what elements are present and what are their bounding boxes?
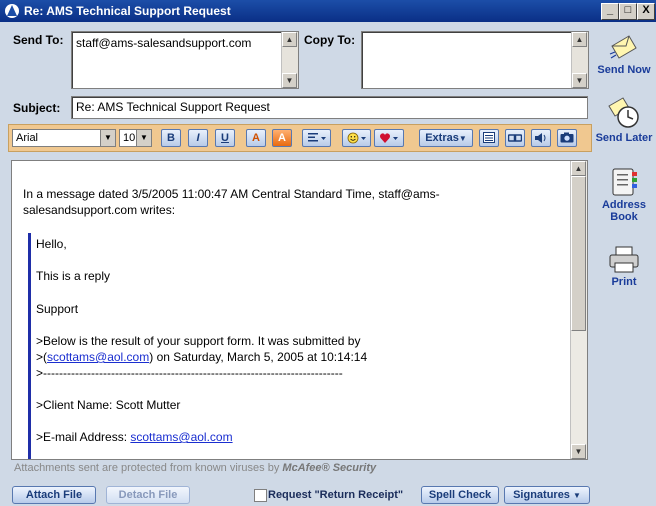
envelope-icon bbox=[609, 35, 637, 59]
message-body[interactable]: In a message dated 3/5/2005 11:00:47 AM … bbox=[11, 160, 588, 460]
attach-file-button[interactable]: Attach File bbox=[12, 486, 96, 504]
background-color-button[interactable]: A bbox=[272, 129, 292, 147]
send-to-field[interactable]: staff@ams-salesandsupport.com ▲ ▼ bbox=[71, 31, 299, 89]
insert-picture-button[interactable] bbox=[557, 129, 577, 147]
close-button[interactable]: X bbox=[637, 3, 655, 20]
maximize-button[interactable]: □ bbox=[619, 3, 637, 20]
signatures-button[interactable]: Signatures ▼ bbox=[504, 486, 590, 504]
scroll-down-icon[interactable]: ▼ bbox=[572, 73, 587, 88]
email-link[interactable]: scottams@aol.com bbox=[130, 430, 232, 444]
scroll-up-icon[interactable]: ▲ bbox=[282, 32, 297, 47]
smiley-icon bbox=[347, 132, 366, 144]
signatures-label: Signatures bbox=[513, 489, 570, 501]
subject-field[interactable]: Re: AMS Technical Support Request bbox=[71, 96, 588, 119]
print-label: Print bbox=[611, 276, 637, 288]
alignment-button[interactable] bbox=[302, 129, 331, 147]
antivirus-text: Attachments sent are protected from know… bbox=[14, 462, 283, 474]
quote-bar bbox=[28, 233, 31, 459]
window-title: Re: AMS Technical Support Request bbox=[24, 4, 231, 18]
send-to-scrollbar[interactable]: ▲ ▼ bbox=[281, 32, 298, 88]
compose-window: Re: AMS Technical Support Request _ □ X … bbox=[0, 0, 656, 506]
send-later-label: Send Later bbox=[595, 132, 653, 144]
formatting-toolbar: Arial ▼ 10 ▼ B I U A A Extras▼ bbox=[8, 124, 592, 152]
email-prefix: >E-mail Address: bbox=[36, 430, 131, 444]
scroll-down-icon[interactable]: ▼ bbox=[282, 73, 297, 88]
quote-form-line-1: >Below is the result of your support for… bbox=[36, 334, 361, 348]
quote-email-address: >E-mail Address: scottams@aol.com bbox=[36, 430, 233, 444]
quote-separator: >---------------------------------------… bbox=[36, 366, 343, 380]
intro-line-2: salesandsupport.com writes: bbox=[23, 203, 176, 217]
align-left-icon bbox=[307, 133, 326, 142]
font-size-value: 10 bbox=[123, 132, 136, 144]
chevron-down-icon: ▼ bbox=[573, 491, 581, 500]
insert-list-button[interactable] bbox=[479, 129, 499, 147]
spell-check-button[interactable]: Spell Check bbox=[421, 486, 499, 504]
address-book-label-2: Book bbox=[610, 211, 638, 223]
scroll-up-icon[interactable]: ▲ bbox=[572, 32, 587, 47]
minimize-button[interactable]: _ bbox=[601, 3, 619, 20]
address-book-label-1: Address bbox=[601, 199, 647, 211]
quote-client-name: >Client Name: Scott Mutter bbox=[36, 398, 181, 412]
return-receipt-label: Request "Return Receipt" bbox=[268, 489, 404, 501]
send-now-button[interactable]: Send Now bbox=[594, 32, 654, 76]
extras-button[interactable]: Extras▼ bbox=[419, 129, 473, 147]
copy-to-scrollbar[interactable]: ▲ ▼ bbox=[571, 32, 588, 88]
quote-reply: This is a reply bbox=[36, 269, 111, 283]
copy-to-label: Copy To: bbox=[304, 33, 356, 47]
copy-to-field[interactable]: ▲ ▼ bbox=[361, 31, 589, 89]
chevron-down-icon: ▼ bbox=[136, 130, 151, 146]
return-receipt-checkbox[interactable] bbox=[254, 489, 267, 502]
italic-button[interactable]: I bbox=[188, 129, 208, 147]
address-book-icon bbox=[612, 168, 637, 196]
font-select[interactable]: Arial ▼ bbox=[12, 129, 116, 147]
intro-line-1: In a message dated 3/5/2005 11:00:47 AM … bbox=[23, 187, 440, 201]
quote-support: Support bbox=[36, 302, 79, 316]
scroll-up-icon[interactable]: ▲ bbox=[571, 161, 586, 176]
form-prefix: >( bbox=[36, 350, 48, 364]
font-value: Arial bbox=[16, 132, 39, 144]
quote-form-line-2: >(scottams@aol.com) on Saturday, March 5… bbox=[36, 350, 367, 364]
scroll-thumb[interactable] bbox=[571, 176, 586, 331]
address-book-button[interactable]: Address Book bbox=[594, 167, 654, 223]
printer-icon bbox=[609, 246, 639, 273]
favorites-heart-button[interactable] bbox=[374, 129, 404, 147]
chevron-down-icon: ▼ bbox=[100, 130, 115, 146]
smiley-button[interactable] bbox=[342, 129, 371, 147]
camera-icon bbox=[560, 132, 574, 143]
insert-link-button[interactable] bbox=[505, 129, 525, 147]
antivirus-notice: Attachments sent are protected from know… bbox=[14, 462, 376, 474]
body-scrollbar[interactable]: ▲ ▼ bbox=[570, 161, 587, 459]
title-bar: Re: AMS Technical Support Request _ □ X bbox=[0, 0, 656, 22]
heart-icon bbox=[380, 133, 398, 143]
mcafee-logo: McAfee® Security bbox=[282, 462, 377, 474]
send-now-label: Send Now bbox=[597, 64, 651, 76]
insert-sound-button[interactable] bbox=[531, 129, 551, 147]
scroll-down-icon[interactable]: ▼ bbox=[571, 444, 586, 459]
clock-envelope-icon bbox=[608, 97, 639, 128]
font-size-select[interactable]: 10 ▼ bbox=[119, 129, 152, 147]
subject-value: Re: AMS Technical Support Request bbox=[76, 100, 270, 114]
detach-file-button[interactable]: Detach File bbox=[106, 486, 190, 504]
speaker-icon bbox=[535, 133, 546, 143]
quote-hello: Hello, bbox=[36, 237, 67, 251]
aol-triangle-icon bbox=[5, 4, 19, 18]
print-button[interactable]: Print bbox=[594, 246, 654, 288]
extras-label: Extras bbox=[425, 132, 459, 144]
send-later-button[interactable]: Send Later bbox=[594, 96, 654, 144]
form-suffix: ) on Saturday, March 5, 2005 at 10:14:14 bbox=[149, 350, 368, 364]
send-to-label: Send To: bbox=[13, 33, 64, 47]
bold-button[interactable]: B bbox=[161, 129, 181, 147]
text-color-button[interactable]: A bbox=[246, 129, 266, 147]
send-to-value: staff@ams-salesandsupport.com bbox=[76, 36, 252, 50]
chevron-down-icon: ▼ bbox=[458, 134, 467, 143]
list-icon bbox=[483, 132, 495, 143]
underline-button[interactable]: U bbox=[215, 129, 235, 147]
subject-label: Subject: bbox=[13, 101, 61, 115]
link-icon bbox=[507, 134, 523, 142]
email-link[interactable]: scottams@aol.com bbox=[47, 350, 149, 364]
